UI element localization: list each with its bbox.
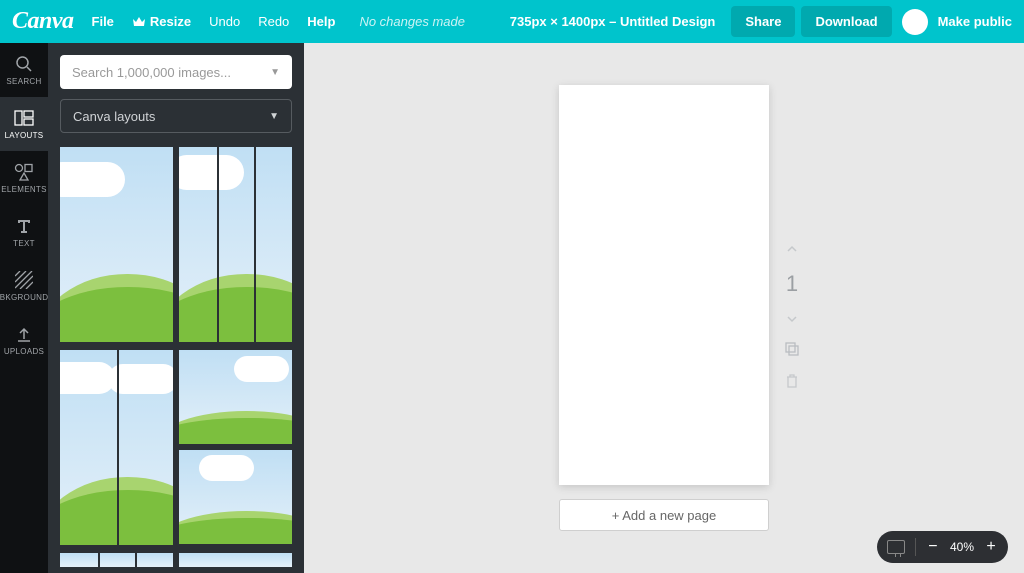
crown-icon	[132, 16, 146, 28]
rail-elements[interactable]: ELEMENTS	[0, 151, 48, 205]
share-button[interactable]: Share	[731, 6, 795, 37]
chevron-down-icon: ▼	[270, 67, 280, 78]
rail-label: ELEMENTS	[1, 185, 47, 194]
rail-layouts[interactable]: LAYOUTS	[0, 97, 48, 151]
template-thumb[interactable]	[179, 350, 292, 444]
template-thumb[interactable]	[60, 350, 173, 545]
rail-search[interactable]: SEARCH	[0, 43, 48, 97]
menu-resize[interactable]: Resize	[132, 14, 191, 29]
elements-icon	[14, 162, 34, 182]
page-controls: 1	[784, 243, 800, 389]
rail-label: UPLOADS	[4, 347, 44, 356]
text-icon	[14, 216, 34, 236]
zoom-level[interactable]: 40%	[950, 540, 974, 554]
canvas-area[interactable]: 1 + Add a new page − 40% +	[304, 43, 1024, 573]
filter-label: Canva layouts	[73, 109, 155, 124]
menu-redo[interactable]: Redo	[258, 14, 289, 29]
zoom-control: − 40% +	[877, 531, 1008, 563]
design-page[interactable]	[559, 85, 769, 485]
logo[interactable]: Canva	[12, 8, 74, 35]
layout-filter[interactable]: Canva layouts ▼	[60, 99, 292, 133]
templates-grid	[60, 147, 292, 567]
side-panel: Search 1,000,000 images... ▼ Canva layou…	[48, 43, 304, 573]
delete-icon[interactable]	[785, 373, 799, 389]
chevron-down-icon: ▼	[269, 111, 279, 122]
rail-label: TEXT	[13, 239, 35, 248]
avatar[interactable]	[902, 9, 928, 35]
zoom-in-button[interactable]: +	[984, 538, 998, 556]
menu-undo[interactable]: Undo	[209, 14, 240, 29]
uploads-icon	[14, 324, 34, 344]
rail-background[interactable]: BKGROUND	[0, 259, 48, 313]
top-menu: File Resize Undo Redo Help No changes ma…	[92, 14, 465, 29]
document-title[interactable]: 735px × 1400px – Untitled Design	[510, 14, 716, 29]
save-status: No changes made	[359, 14, 465, 29]
move-down-icon[interactable]	[785, 313, 799, 325]
search-input[interactable]: Search 1,000,000 images... ▼	[60, 55, 292, 89]
topbar: Canva File Resize Undo Redo Help No chan…	[0, 0, 1024, 43]
side-rail: SEARCH LAYOUTS ELEMENTS TEXT BKGROUND	[0, 43, 48, 573]
present-icon[interactable]	[887, 540, 905, 554]
background-icon	[14, 270, 34, 290]
move-up-icon[interactable]	[785, 243, 799, 255]
template-thumb[interactable]	[179, 147, 292, 342]
rail-label: SEARCH	[6, 77, 41, 86]
template-thumb[interactable]	[60, 147, 173, 342]
page-number: 1	[786, 271, 798, 297]
template-thumb[interactable]	[179, 553, 292, 567]
menu-help[interactable]: Help	[307, 14, 335, 29]
rail-text[interactable]: TEXT	[0, 205, 48, 259]
copy-icon[interactable]	[784, 341, 800, 357]
menu-file[interactable]: File	[92, 14, 114, 29]
add-page-button[interactable]: + Add a new page	[559, 499, 769, 531]
search-icon	[14, 54, 34, 74]
rail-label: LAYOUTS	[5, 131, 44, 140]
rail-label: BKGROUND	[0, 293, 48, 302]
search-placeholder: Search 1,000,000 images...	[72, 65, 231, 80]
layouts-icon	[14, 108, 34, 128]
rail-uploads[interactable]: UPLOADS	[0, 313, 48, 367]
zoom-out-button[interactable]: −	[926, 538, 940, 556]
make-public-button[interactable]: Make public	[938, 14, 1012, 29]
template-thumb[interactable]	[179, 450, 292, 544]
template-thumb[interactable]	[60, 553, 173, 567]
download-button[interactable]: Download	[801, 6, 891, 37]
